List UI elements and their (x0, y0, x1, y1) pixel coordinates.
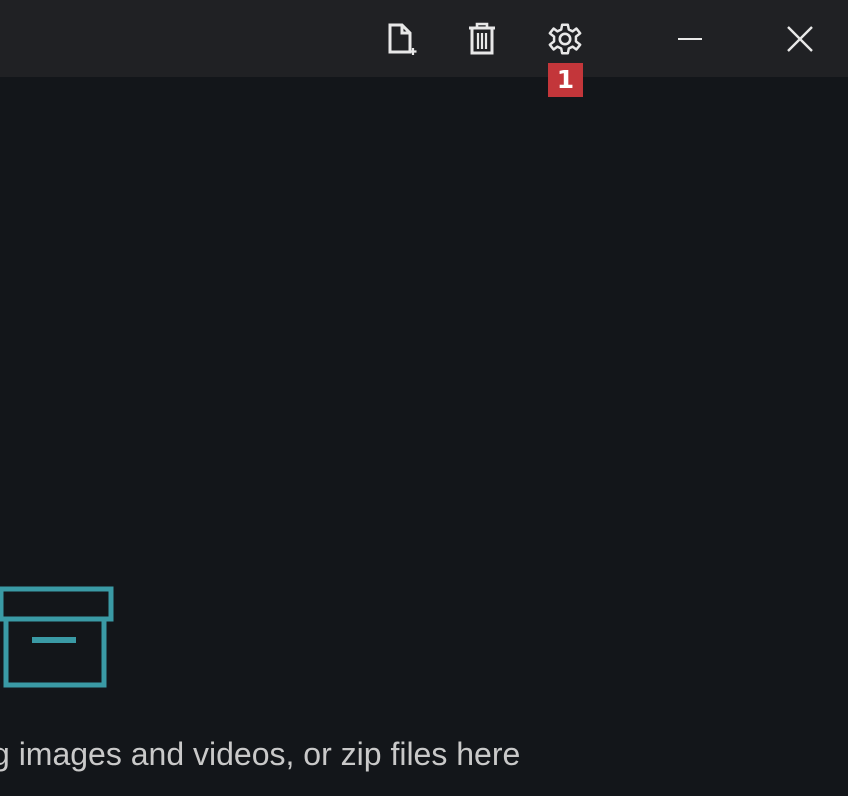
archive-box-icon (0, 586, 114, 688)
dropzone-text: g images and videos, or zip files here (0, 736, 521, 772)
title-bar (0, 0, 848, 77)
delete-button[interactable] (454, 0, 510, 77)
gear-icon (548, 23, 582, 54)
annotation-badge: 1 (548, 63, 583, 97)
new-file-button[interactable] (374, 0, 430, 77)
close-icon (787, 25, 813, 52)
minimize-button[interactable] (660, 0, 720, 77)
close-button[interactable] (770, 0, 830, 77)
trash-icon (469, 22, 495, 54)
app-window: 1 g images and videos, or zip files here (0, 0, 848, 796)
dropzone-icon-wrapper (0, 584, 116, 695)
new-file-icon (388, 23, 417, 55)
minimize-icon (678, 37, 702, 40)
